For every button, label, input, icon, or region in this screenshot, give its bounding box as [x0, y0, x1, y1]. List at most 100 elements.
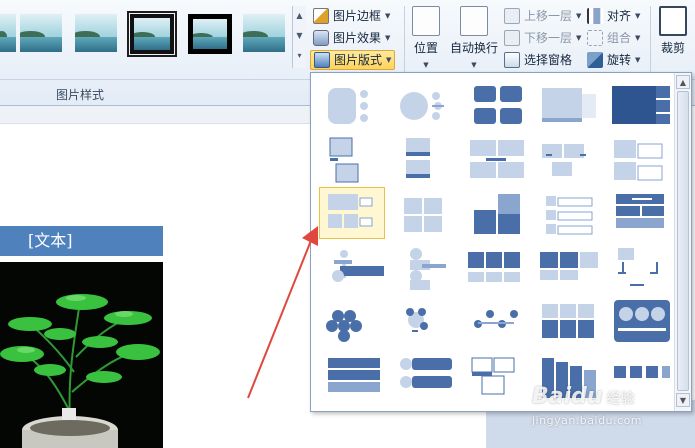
layout-thumbnail	[616, 194, 664, 228]
crop-label: 裁剪	[660, 41, 685, 55]
picture-layout-button[interactable]: 图片版式 ▼	[310, 50, 396, 70]
layout-thumbnail	[328, 194, 373, 228]
picture-layout-option[interactable]	[319, 187, 385, 239]
picture-layout-option[interactable]	[535, 241, 601, 293]
picture-border-label: 图片边框	[333, 9, 382, 23]
align-icon	[587, 8, 603, 24]
chevron-down-icon: ▼	[385, 34, 391, 42]
layout-thumbnail	[614, 140, 663, 181]
layout-thumbnail	[542, 144, 586, 176]
picture-layout-option[interactable]	[607, 187, 673, 239]
layout-thumbnail	[410, 248, 446, 290]
position-button[interactable]: 位置 ▼	[404, 4, 448, 74]
layout-thumbnail	[332, 250, 384, 282]
rotate-button[interactable]: 旋转 ▼	[584, 50, 643, 70]
picture-layout-option[interactable]	[463, 295, 529, 347]
smartart-text-placeholder[interactable]: [文本]	[0, 226, 163, 256]
scroll-down-icon[interactable]: ▼	[676, 393, 690, 407]
selection-pane-icon	[504, 52, 520, 68]
picture-layout-option[interactable]	[535, 295, 601, 347]
layout-thumbnail	[329, 137, 359, 183]
watermark-brand2: du	[571, 384, 603, 409]
picture-layout-option[interactable]	[391, 295, 457, 347]
wrap-text-button[interactable]: 自动换行 ▼	[448, 4, 500, 74]
chevron-down-icon: ▼	[635, 56, 641, 64]
gallery-more-icon[interactable]: ▾	[293, 46, 306, 66]
picture-layout-option[interactable]	[391, 79, 457, 131]
picture-border-button[interactable]: 图片边框 ▼	[310, 6, 393, 26]
group-label-picture-styles: 图片样式	[56, 88, 105, 102]
rotate-label: 旋转	[607, 53, 632, 67]
picture-layout-option[interactable]	[463, 187, 529, 239]
pencil-icon	[313, 8, 329, 24]
chevron-down-icon: ▼	[471, 61, 477, 69]
picture-layout-option[interactable]	[391, 133, 457, 185]
picture-layout-option[interactable]	[463, 241, 529, 293]
watermark-sub: 经验	[606, 391, 635, 407]
wrap-text-icon	[460, 6, 488, 36]
picture-style-gallery[interactable]	[0, 4, 294, 66]
plant-photo[interactable]	[0, 262, 163, 448]
group-button[interactable]: 组合 ▼	[584, 28, 643, 48]
layout-icon	[314, 52, 330, 68]
scroll-thumb[interactable]	[677, 91, 689, 391]
layout-thumbnail	[400, 92, 444, 120]
gallery-scroll[interactable]: ▲ ▼ ▾	[292, 6, 306, 68]
style-thumb-4[interactable]	[127, 11, 177, 57]
picture-layout-option[interactable]	[319, 295, 385, 347]
layout-grid	[311, 73, 673, 411]
layout-thumbnail	[540, 252, 598, 280]
style-thumb-3[interactable]	[75, 14, 117, 52]
picture-layout-option[interactable]	[607, 133, 673, 185]
picture-layout-option[interactable]	[535, 79, 601, 131]
picture-layout-option[interactable]	[607, 79, 673, 131]
picture-layout-option[interactable]	[391, 351, 457, 403]
rotate-icon	[587, 52, 603, 68]
layout-thumbnail	[404, 198, 442, 232]
layout-thumbnail	[406, 308, 428, 332]
picture-layout-option[interactable]	[319, 241, 385, 293]
picture-layout-option[interactable]	[319, 351, 385, 403]
picture-layout-gallery[interactable]: ▲ ▼	[310, 72, 692, 412]
chevron-down-icon: ▼	[386, 56, 392, 64]
picture-layout-option[interactable]	[463, 133, 529, 185]
picture-layout-option[interactable]	[463, 79, 529, 131]
picture-layout-option[interactable]	[535, 133, 601, 185]
selection-pane-button[interactable]: 选择窗格	[501, 50, 575, 70]
chevron-down-icon: ▼	[576, 34, 582, 42]
chevron-down-icon: ▼	[385, 12, 391, 20]
chevron-down-icon: ▼	[423, 61, 429, 69]
selection-pane-label: 选择窗格	[524, 53, 573, 67]
position-label: 位置	[413, 41, 438, 55]
picture-layout-label: 图片版式	[334, 53, 383, 67]
picture-layout-option[interactable]	[391, 241, 457, 293]
send-backward-button[interactable]: 下移一层 ▼	[501, 28, 584, 48]
align-button[interactable]: 对齐 ▼	[584, 6, 643, 26]
group-icon	[587, 30, 603, 46]
style-thumb-6[interactable]	[243, 14, 285, 52]
picture-layout-option[interactable]	[463, 351, 529, 403]
layout-thumbnail	[328, 358, 380, 392]
picture-layout-option[interactable]	[391, 187, 457, 239]
scroll-up-icon[interactable]: ▲	[676, 75, 690, 89]
picture-layout-option[interactable]	[607, 295, 673, 347]
picture-effects-button[interactable]: 图片效果 ▼	[310, 28, 393, 48]
picture-effects-label: 图片效果	[333, 31, 382, 45]
bring-forward-button[interactable]: 上移一层 ▼	[501, 6, 584, 26]
picture-layout-option[interactable]	[607, 241, 673, 293]
layout-thumbnail	[468, 252, 520, 282]
gallery-down-icon[interactable]: ▼	[293, 26, 306, 46]
crop-button[interactable]: 裁剪	[651, 4, 695, 74]
style-thumb-2[interactable]	[20, 14, 62, 52]
style-thumb-1[interactable]	[0, 14, 16, 52]
layout-thumbnail	[406, 138, 430, 178]
gallery-scrollbar[interactable]: ▲ ▼	[674, 73, 691, 411]
gallery-up-icon[interactable]: ▲	[293, 6, 306, 26]
picture-layout-option[interactable]	[319, 133, 385, 185]
style-thumb-5[interactable]	[188, 14, 232, 54]
layout-thumbnail	[612, 86, 670, 124]
chevron-down-icon: ▼	[576, 12, 582, 20]
bring-forward-icon	[504, 8, 520, 24]
picture-layout-option[interactable]	[319, 79, 385, 131]
picture-layout-option[interactable]	[535, 187, 601, 239]
